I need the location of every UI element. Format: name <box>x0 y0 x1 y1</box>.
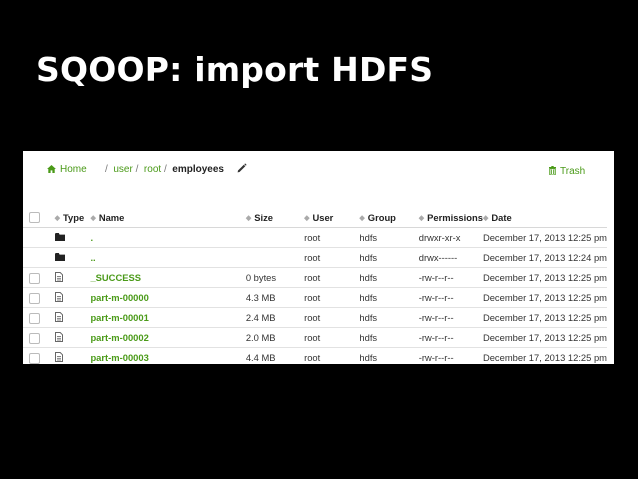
file-size <box>245 247 305 268</box>
file-date: December 17, 2013 12:25 pm <box>482 307 607 328</box>
file-group: hdfs <box>359 287 419 308</box>
file-group: hdfs <box>359 347 419 364</box>
table-row[interactable]: .. root hdfs drwx------ December 17, 2013 12… <box>23 247 607 268</box>
file-size <box>245 227 305 248</box>
file-date: December 17, 2013 12:25 pm <box>482 347 607 364</box>
file-icon <box>54 311 63 322</box>
file-group: hdfs <box>359 327 419 348</box>
sort-icon: ◆ <box>418 214 425 222</box>
breadcrumb-home-label: Home <box>60 164 87 175</box>
file-icon <box>54 291 63 302</box>
breadcrumb-separator: / <box>135 164 139 175</box>
file-group: hdfs <box>359 227 419 248</box>
trash-label: Trash <box>560 166 586 177</box>
column-header-user[interactable]: ◆ User <box>304 207 360 228</box>
file-date: December 17, 2013 12:25 pm <box>482 287 607 308</box>
table-row[interactable]: part-m-00001 2.4 MB root hdfs -rw-r--r-- Dece… <box>23 307 607 328</box>
file-name-link[interactable]: part-m-00001 <box>90 312 148 323</box>
file-group: hdfs <box>359 267 419 288</box>
column-header-type[interactable]: ◆ Type <box>54 207 91 228</box>
column-header-group[interactable]: ◆ Group <box>359 207 419 228</box>
row-checkbox[interactable] <box>29 352 40 364</box>
file-permissions: -rw-r--r-- <box>418 287 483 308</box>
file-name-link[interactable]: part-m-00000 <box>90 292 148 303</box>
sort-icon: ◆ <box>245 214 252 222</box>
file-icon <box>54 351 63 362</box>
breadcrumb-separator: / <box>163 164 167 175</box>
row-checkbox[interactable] <box>29 332 40 344</box>
row-checkbox[interactable] <box>29 272 40 284</box>
file-name-link[interactable]: part-m-00003 <box>90 352 148 363</box>
breadcrumb-home[interactable]: Home <box>47 164 87 175</box>
sort-icon: ◆ <box>359 214 365 222</box>
table-row[interactable]: part-m-00002 2.0 MB root hdfs -rw-r--r-- Dece… <box>23 327 607 348</box>
pencil-icon[interactable] <box>237 163 247 173</box>
file-icon <box>54 271 63 282</box>
file-user: root <box>304 347 360 364</box>
file-user: root <box>304 267 360 288</box>
sort-icon: ◆ <box>304 214 310 222</box>
breadcrumb-current: employees <box>172 164 224 175</box>
file-permissions: -rw-r--r-- <box>418 267 483 288</box>
breadcrumb-bar: Home / user / root / employees Trash <box>23 151 614 191</box>
file-date: December 17, 2013 12:25 pm <box>482 267 607 288</box>
breadcrumb: / user / root / employees <box>105 164 224 175</box>
file-date: December 17, 2013 12:25 pm <box>482 227 607 248</box>
file-permissions: -rw-r--r-- <box>418 307 483 328</box>
breadcrumb-separator: / <box>105 164 108 175</box>
table-row[interactable]: _SUCCESS 0 bytes root hdfs -rw-r--r-- Decembe… <box>23 267 607 288</box>
file-user: root <box>304 327 360 348</box>
file-name-link[interactable]: . <box>90 232 93 243</box>
file-icon <box>54 331 63 342</box>
table-row[interactable]: part-m-00003 4.4 MB root hdfs -rw-r--r-- Dece… <box>23 347 607 364</box>
row-checkbox[interactable] <box>29 312 40 324</box>
file-date: December 17, 2013 12:25 pm <box>482 327 607 348</box>
file-size: 2.0 MB <box>245 327 305 348</box>
file-group: hdfs <box>359 307 419 328</box>
home-icon <box>47 165 56 173</box>
file-size: 4.4 MB <box>245 347 305 364</box>
table-header-row: ◆ Type ◆ Name ◆ Size ◆ User ◆ Group ◆ Permissi… <box>23 207 607 228</box>
file-user: root <box>304 227 360 248</box>
file-user: root <box>304 247 360 268</box>
file-table: ◆ Type ◆ Name ◆ Size ◆ User ◆ Group ◆ Permissi… <box>23 207 607 364</box>
folder-icon <box>54 233 65 241</box>
file-name-link[interactable]: .. <box>90 252 95 263</box>
breadcrumb-root[interactable]: root <box>144 164 161 175</box>
column-header-date[interactable]: ◆ Date <box>482 207 607 228</box>
file-group: hdfs <box>359 247 419 268</box>
file-permissions: -rw-r--r-- <box>418 327 483 348</box>
column-header-name[interactable]: ◆ Name <box>90 207 246 228</box>
column-header-size[interactable]: ◆ Size <box>245 207 305 228</box>
file-date: December 17, 2013 12:24 pm <box>482 247 607 268</box>
column-header-permissions[interactable]: ◆ Permissions <box>418 207 483 228</box>
file-permissions: drwx------ <box>418 247 483 268</box>
sort-icon: ◆ <box>482 214 489 222</box>
trash-button[interactable]: Trash <box>549 166 585 177</box>
table-row[interactable]: part-m-00000 4.3 MB root hdfs -rw-r--r-- Dece… <box>23 287 607 308</box>
file-size: 2.4 MB <box>245 307 305 328</box>
breadcrumb-user[interactable]: user <box>113 164 132 175</box>
select-all-checkbox[interactable] <box>29 212 40 223</box>
file-size: 4.3 MB <box>245 287 305 308</box>
slide-title: SQOOP: import HDFS <box>36 50 434 89</box>
file-size: 0 bytes <box>245 267 305 288</box>
file-permissions: -rw-r--r-- <box>418 347 483 364</box>
trash-icon <box>549 166 556 176</box>
sort-icon: ◆ <box>90 214 96 222</box>
file-user: root <box>304 287 360 308</box>
file-browser-screenshot: Home / user / root / employees Trash ◆ T… <box>23 151 614 364</box>
file-name-link[interactable]: part-m-00002 <box>90 332 148 343</box>
file-name-link[interactable]: _SUCCESS <box>90 272 141 283</box>
file-permissions: drwxr-xr-x <box>418 227 483 248</box>
folder-icon <box>54 253 65 261</box>
file-user: root <box>304 307 360 328</box>
table-row[interactable]: . root hdfs drwxr-xr-x December 17, 2013 12:… <box>23 227 607 248</box>
row-checkbox[interactable] <box>29 292 40 304</box>
sort-icon: ◆ <box>54 214 60 222</box>
